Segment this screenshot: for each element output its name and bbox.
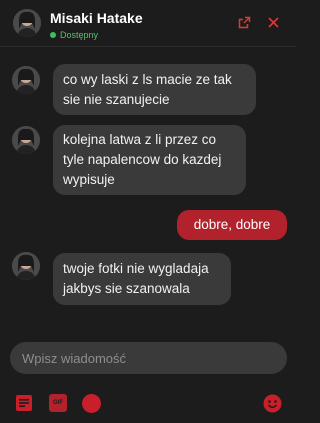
record-icon[interactable] (82, 394, 101, 413)
gif-icon[interactable]: GIF (49, 394, 67, 412)
chat-header: Misaki Hatake Dostępny (0, 0, 297, 46)
message-bubble-outgoing: dobre, dobre (177, 210, 287, 240)
status-text: Dostępny (60, 30, 99, 40)
message-text: twoje fotki nie wygladaja jakbys sie sza… (63, 261, 209, 296)
contact-avatar[interactable] (13, 9, 41, 37)
sticker-icon[interactable] (15, 394, 33, 412)
external-link-icon[interactable] (236, 14, 252, 30)
close-icon[interactable] (265, 14, 281, 30)
message-input[interactable] (10, 342, 287, 374)
message-bubble-incoming: kolejna latwa z li przez co tyle napalen… (53, 125, 246, 195)
header-divider (0, 46, 297, 47)
message-text: co wy laski z ls macie ze tak sie nie sz… (63, 72, 232, 107)
message-input-wrapper (10, 342, 287, 374)
sender-avatar[interactable] (12, 252, 40, 280)
status: Dostępny (50, 29, 98, 41)
contact-name: Misaki Hatake (50, 10, 143, 26)
emoji-icon[interactable] (263, 394, 282, 413)
sender-avatar[interactable] (12, 66, 40, 94)
sender-avatar[interactable] (12, 126, 40, 154)
gif-label: GIF (53, 400, 63, 406)
online-dot (50, 32, 56, 38)
message-bubble-incoming: twoje fotki nie wygladaja jakbys sie sza… (53, 253, 231, 305)
message-bubble-incoming: co wy laski z ls macie ze tak sie nie sz… (53, 64, 256, 115)
message-text: kolejna latwa z li przez co tyle napalen… (63, 132, 222, 187)
message-text: dobre, dobre (193, 217, 271, 232)
